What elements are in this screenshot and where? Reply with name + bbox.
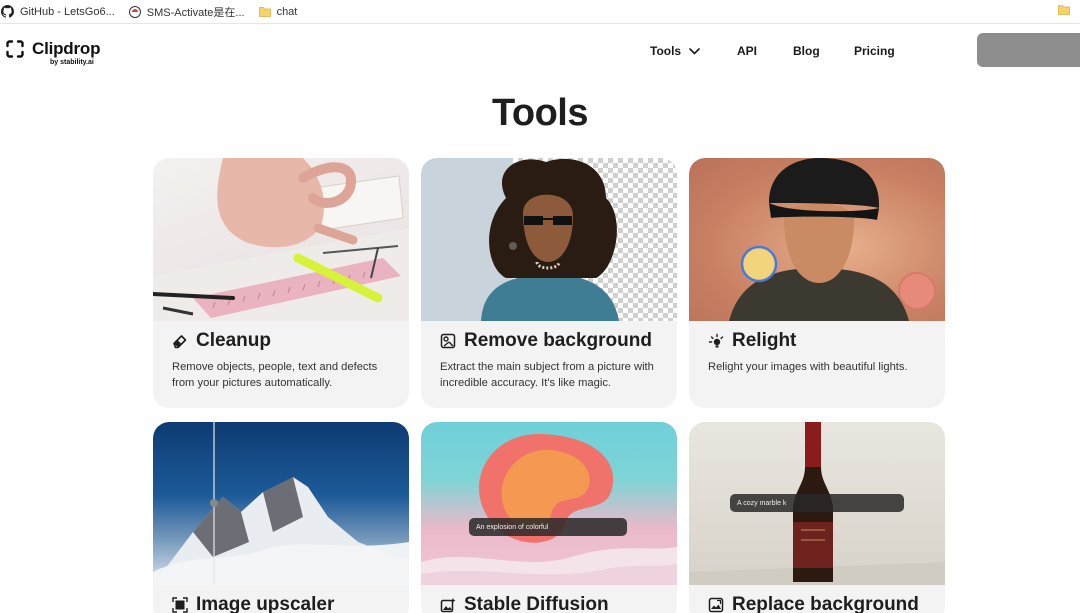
tool-card-stable-diffusion[interactable]: An explosion of colorful Stable Diffusio… xyxy=(421,422,677,613)
sms-activate-icon xyxy=(128,5,141,18)
nav-api-label: API xyxy=(737,44,758,58)
stable-diffusion-icon xyxy=(440,598,456,613)
tool-card-image-upscaler[interactable]: Image upscaler xyxy=(153,422,409,613)
bookmark-sms-activate[interactable]: SMS-Activate是在... xyxy=(128,0,245,24)
replace-background-icon xyxy=(708,597,724,613)
eraser-icon xyxy=(173,335,187,349)
prompt-preview: An explosion of colorful xyxy=(469,518,627,536)
card-title: Stable Diffusion xyxy=(440,594,609,613)
main-nav: Tools API Blog Pricing xyxy=(650,44,895,58)
github-icon xyxy=(1,5,14,18)
relight-preview-image xyxy=(689,158,945,321)
bookmark-label: chat xyxy=(276,5,298,18)
tool-card-remove-background[interactable]: Remove background Extract the main subje… xyxy=(421,158,677,408)
card-title-label: Stable Diffusion xyxy=(464,594,609,613)
nav-tools[interactable]: Tools xyxy=(650,44,737,58)
site-header: Clipdrop by stability.ai Tools API Blog … xyxy=(0,25,1080,77)
card-description: Relight your images with beautiful light… xyxy=(708,361,908,373)
prompt-preview: A cozy marble k xyxy=(730,494,904,512)
chevron-down-icon xyxy=(689,47,700,55)
nav-blog[interactable]: Blog xyxy=(793,44,854,58)
tool-card-replace-background[interactable]: A cozy marble k Replace background xyxy=(689,422,945,613)
card-description: Remove objects, people, text and defects… xyxy=(172,361,378,389)
bookmark-chat[interactable]: chat xyxy=(258,0,298,24)
bookmarks-bar: GitHub - LetsGo6... SMS-Activate是在... ch… xyxy=(0,0,1080,24)
header-cta-button[interactable] xyxy=(977,33,1080,67)
tool-card-cleanup[interactable]: Cleanup Remove objects, people, text and… xyxy=(153,158,409,408)
replace-background-preview-image: A cozy marble k xyxy=(689,422,945,585)
folder-icon[interactable] xyxy=(1058,4,1070,15)
nav-api[interactable]: API xyxy=(737,44,793,58)
card-title-label: Image upscaler xyxy=(196,594,335,613)
clipdrop-logo[interactable]: Clipdrop by stability.ai xyxy=(6,40,100,66)
nav-pricing-label: Pricing xyxy=(854,44,895,58)
clipdrop-logo-icon xyxy=(6,40,24,58)
card-title: Replace background xyxy=(708,594,919,613)
card-title-label: Remove background xyxy=(464,330,652,351)
card-title-label: Relight xyxy=(732,330,797,351)
remove-background-icon xyxy=(440,333,456,349)
upscaler-icon xyxy=(172,597,188,613)
bookmark-github[interactable]: GitHub - LetsGo6... xyxy=(1,0,115,24)
nav-blog-label: Blog xyxy=(793,44,820,58)
relight-icon xyxy=(708,333,724,348)
brand-byline: by stability.ai xyxy=(50,59,94,66)
nav-pricing[interactable]: Pricing xyxy=(854,44,895,58)
image-upscaler-preview-image xyxy=(153,422,409,585)
folder-icon xyxy=(258,7,271,17)
brand-name: Clipdrop xyxy=(32,39,101,58)
cleanup-preview-image xyxy=(153,158,409,321)
page-title: Tools xyxy=(491,92,589,134)
stable-diffusion-preview-image: An explosion of colorful xyxy=(421,422,677,585)
bookmark-label: SMS-Activate是在... xyxy=(146,6,245,19)
card-title-label: Cleanup xyxy=(196,330,271,351)
bookmark-label: GitHub - LetsGo6... xyxy=(20,5,115,18)
card-description: Extract the main subject from a picture … xyxy=(440,361,654,389)
card-title: Image upscaler xyxy=(172,594,334,613)
card-title: Remove background xyxy=(440,330,652,352)
card-title-label: Replace background xyxy=(732,594,919,613)
card-title: Relight xyxy=(708,330,796,352)
nav-tools-label: Tools xyxy=(650,44,682,58)
card-title: Cleanup xyxy=(172,330,271,352)
tool-card-relight[interactable]: Relight Relight your images with beautif… xyxy=(689,158,945,408)
remove-background-preview-image xyxy=(421,158,677,321)
